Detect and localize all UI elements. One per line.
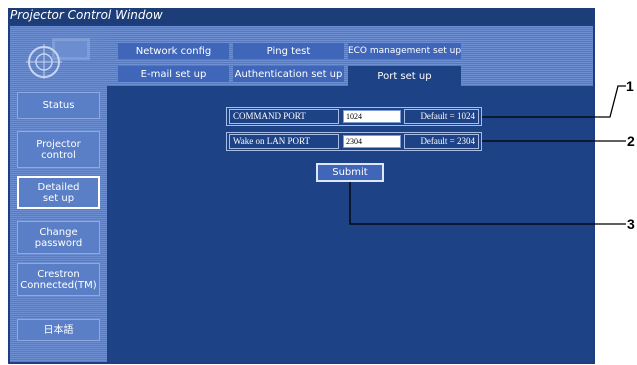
- sidebar-item-projector-control[interactable]: Projector control: [17, 131, 100, 168]
- tab-label: ECO management set up: [347, 46, 462, 56]
- window-title: Projector Control Window: [10, 8, 163, 22]
- tab-authentication-setup[interactable]: Authentication set up: [233, 66, 344, 82]
- tab-port-setup[interactable]: Port set up: [348, 66, 461, 86]
- tab-network-config[interactable]: Network config: [118, 43, 229, 59]
- sidebar-item-crestron[interactable]: Crestron Connected(TM): [17, 263, 100, 296]
- tab-label: Authentication set up: [234, 68, 343, 80]
- tab-label: Network config: [135, 45, 212, 57]
- callout-number-3: 3: [627, 216, 635, 232]
- wake-on-lan-port-default: Default = 2304: [404, 134, 479, 149]
- sidebar-item-change-password[interactable]: Change password: [17, 221, 100, 254]
- wake-on-lan-port-row: Wake on LAN PORT 2304 Default = 2304: [226, 132, 482, 151]
- callout-number-2: 2: [627, 133, 635, 149]
- callout-number-1: 1: [626, 78, 634, 94]
- tab-label: Ping test: [266, 45, 311, 57]
- sidebar-item-status[interactable]: Status: [17, 92, 100, 119]
- sidebar-item-japanese[interactable]: 日本語: [17, 319, 100, 341]
- wake-on-lan-port-input[interactable]: 2304: [343, 135, 401, 148]
- command-port-label: COMMAND PORT: [229, 109, 339, 124]
- submit-label: Submit: [332, 167, 368, 178]
- sidebar-item-label: 日本語: [43, 324, 74, 336]
- sidebar-item-label: Status: [42, 100, 75, 111]
- tab-label: E-mail set up: [140, 68, 207, 80]
- tab-label: Port set up: [377, 70, 432, 82]
- window-title-bar: Projector Control Window: [8, 8, 595, 24]
- tab-ping-test[interactable]: Ping test: [233, 43, 344, 59]
- tab-email-setup[interactable]: E-mail set up: [118, 66, 229, 82]
- projector-logo-icon: [26, 38, 90, 79]
- sidebar-item-detailed-setup[interactable]: Detailed set up: [17, 176, 100, 209]
- wake-on-lan-port-label: Wake on LAN PORT: [229, 134, 339, 149]
- command-port-input[interactable]: 1024: [343, 110, 401, 123]
- submit-button[interactable]: Submit: [316, 163, 384, 182]
- command-port-default: Default = 1024: [404, 109, 479, 124]
- sidebar-item-label: Change password: [34, 226, 83, 249]
- sidebar-item-label: Projector control: [36, 138, 81, 161]
- sidebar-item-label: Crestron Connected(TM): [20, 268, 97, 291]
- tab-eco-management[interactable]: ECO management set up: [348, 43, 461, 59]
- main-content: [107, 86, 593, 362]
- sidebar-item-label: Detailed set up: [37, 181, 80, 204]
- command-port-row: COMMAND PORT 1024 Default = 1024: [226, 107, 482, 126]
